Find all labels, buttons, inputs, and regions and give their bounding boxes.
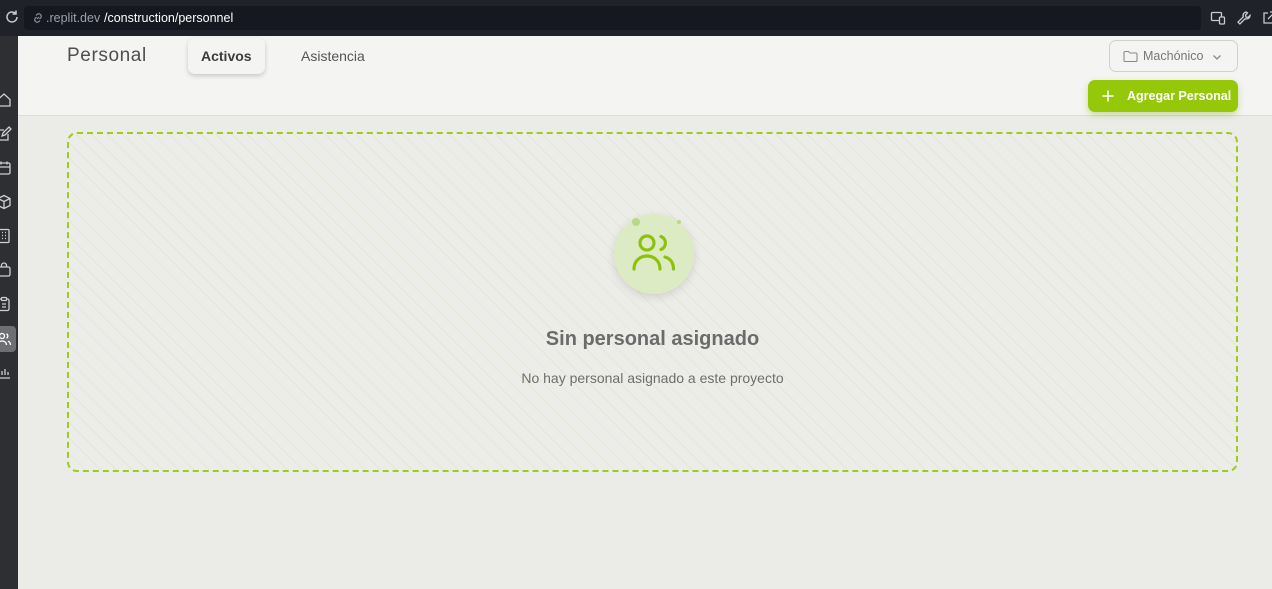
sidebar-item-calendar[interactable] — [0, 155, 16, 181]
clipboard-icon — [0, 296, 10, 312]
edit-icon — [0, 126, 12, 141]
project-selector[interactable]: Machónico — [1109, 40, 1238, 72]
building-icon — [0, 228, 10, 244]
tab-asistencia[interactable]: Asistencia — [288, 38, 378, 74]
sidebar-item-home[interactable] — [0, 87, 16, 113]
page-title: Personal — [67, 45, 147, 66]
sidebar-item-clipboard[interactable] — [0, 291, 16, 317]
project-selector-value: Machónico — [1143, 49, 1204, 63]
bag-icon — [0, 262, 11, 277]
reload-icon[interactable] — [4, 9, 20, 25]
devices-icon[interactable] — [1210, 10, 1226, 26]
calendar-icon — [0, 161, 11, 175]
sidebar-item-edit[interactable] — [0, 121, 16, 147]
empty-state-title: Sin personal asignado — [545, 328, 760, 350]
plus-icon — [1102, 90, 1114, 102]
empty-state-panel: Sin personal asignado No hay personal as… — [67, 132, 1238, 472]
sidebar — [0, 36, 18, 589]
page-header: Personal Activos Asistencia Machónico Ag… — [18, 36, 1272, 116]
sidebar-item-building[interactable] — [0, 223, 16, 249]
tab-activos[interactable]: Activos — [188, 38, 265, 74]
box-icon — [0, 194, 11, 210]
add-personnel-button[interactable]: Agregar Personal — [1088, 80, 1238, 112]
decorative-dot — [677, 220, 681, 224]
decorative-dot — [632, 218, 640, 226]
sidebar-item-box[interactable] — [0, 189, 16, 215]
external-link-icon[interactable] — [1261, 10, 1272, 26]
url-domain: .replit.dev — [46, 11, 101, 25]
sidebar-item-personnel[interactable] — [0, 326, 16, 352]
chevron-down-icon — [1213, 55, 1221, 60]
home-icon — [0, 93, 11, 107]
link-icon — [34, 13, 42, 23]
users-icon — [632, 234, 676, 271]
url-path: /construction/personnel — [104, 11, 234, 25]
empty-state-subtitle: No hay personal asignado a este proyecto — [521, 370, 784, 386]
users-icon — [0, 332, 12, 346]
browser-toolbar: .replit.dev /construction/personnel — [0, 0, 1272, 36]
wrench-icon[interactable] — [1236, 10, 1252, 26]
address-bar[interactable]: .replit.dev /construction/personnel — [24, 6, 1201, 30]
folder-icon — [1123, 50, 1138, 63]
chart-icon — [0, 369, 10, 379]
sidebar-item-bag[interactable] — [0, 257, 16, 283]
sidebar-item-reports[interactable] — [0, 359, 16, 385]
add-personnel-label: Agregar Personal — [1127, 89, 1232, 103]
